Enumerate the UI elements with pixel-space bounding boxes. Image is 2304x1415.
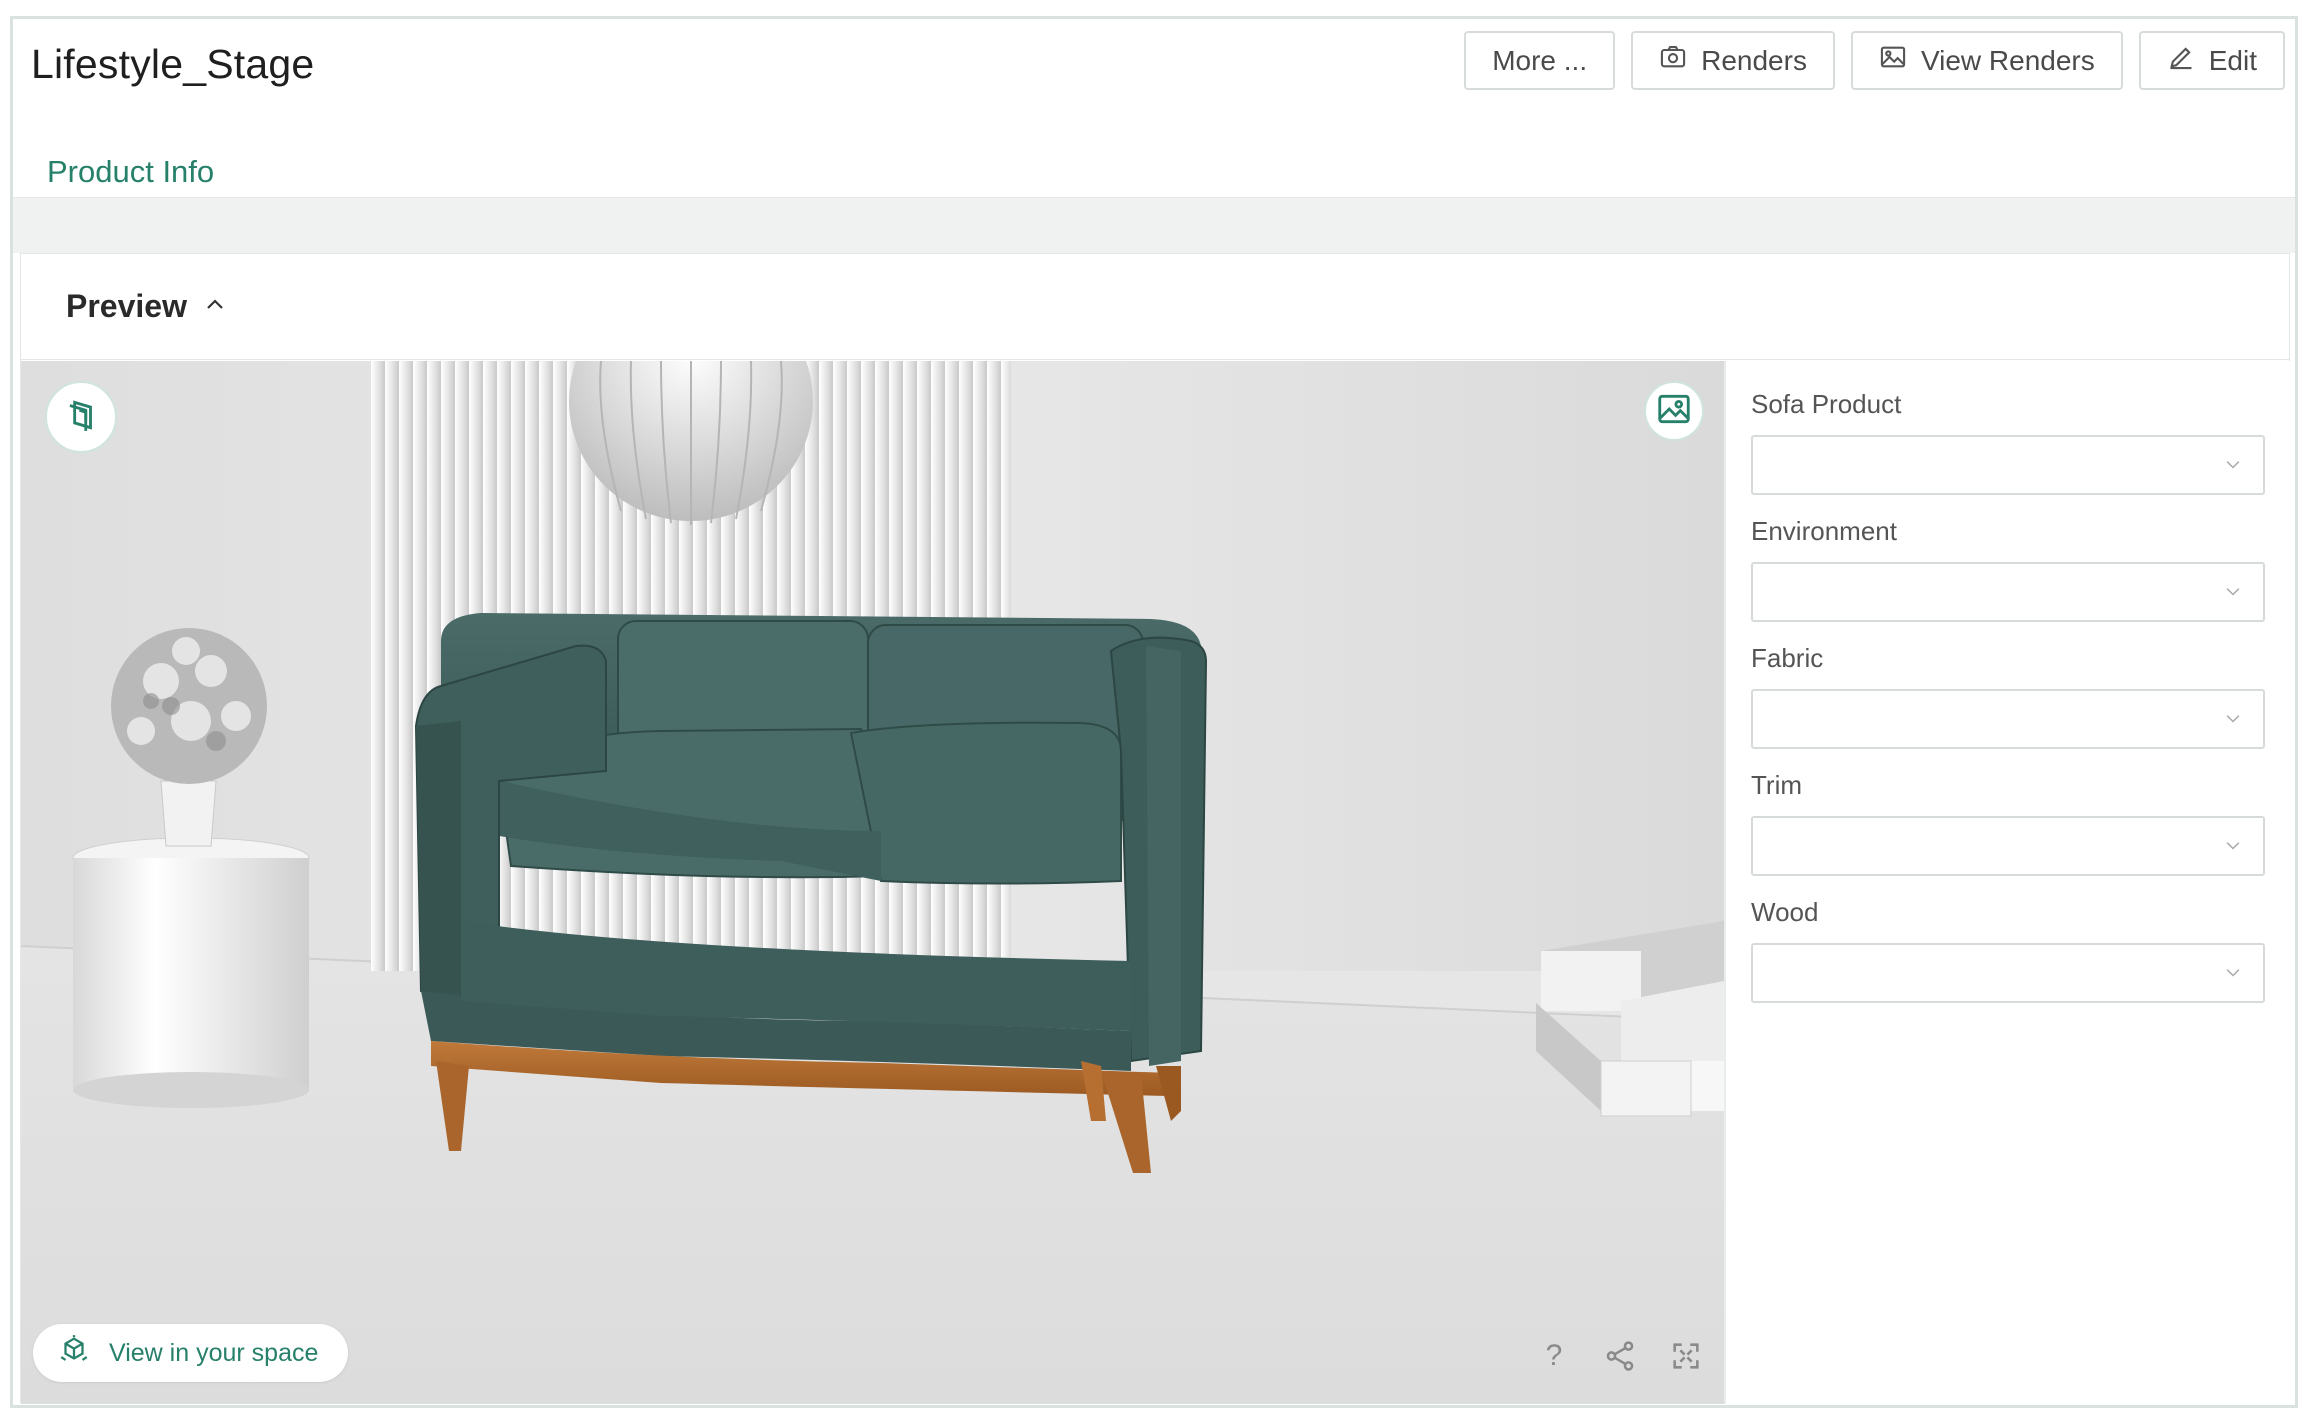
header-toolbar: More ... Renders View Renders Edit (1464, 31, 2285, 90)
sofa-product-select[interactable] (1751, 435, 2265, 495)
viewer-toolbar: ? (1536, 1338, 1704, 1374)
edit-button-label: Edit (2208, 44, 2257, 76)
page-title: Lifestyle_Stage (31, 41, 315, 87)
renders-button[interactable]: Renders (1631, 31, 1835, 90)
field-sofa-product: Sofa Product (1751, 389, 2265, 495)
renders-button-label: Renders (1701, 44, 1807, 76)
field-label: Environment (1751, 516, 1897, 546)
edit-button[interactable]: Edit (2138, 31, 2285, 90)
view-in-your-space-label: View in your space (109, 1338, 319, 1367)
environment-select[interactable] (1751, 562, 2265, 622)
field-label: Fabric (1751, 643, 1824, 673)
view-renders-button[interactable]: View Renders (1850, 31, 2123, 90)
wood-select[interactable] (1751, 943, 2265, 1003)
image-icon (1879, 43, 1907, 78)
field-label: Trim (1751, 770, 1803, 800)
3d-viewer[interactable]: View in your space ? (21, 361, 1724, 1404)
layers-icon (62, 396, 100, 439)
field-label: Wood (1751, 897, 1819, 927)
pencil-icon (2167, 43, 2195, 78)
chevron-down-icon (2226, 588, 2240, 596)
ar-layers-button[interactable] (45, 381, 117, 453)
sofa-scene-render (21, 361, 1724, 1404)
field-trim: Trim (1751, 770, 2265, 876)
trim-select[interactable] (1751, 816, 2265, 876)
chevron-down-icon (2226, 461, 2240, 469)
section-divider (13, 197, 2295, 253)
more-button-label: More ... (1492, 44, 1588, 76)
preview-header[interactable]: Preview (21, 254, 2289, 360)
configurator-panel: Sofa Product Environment Fabric Trim Woo… (1724, 361, 2290, 1404)
chevron-down-icon (2226, 842, 2240, 850)
more-button[interactable]: More ... (1464, 31, 1616, 90)
help-icon[interactable]: ? (1536, 1338, 1572, 1374)
field-environment: Environment (1751, 516, 2265, 622)
field-fabric: Fabric (1751, 643, 2265, 749)
fabric-select[interactable] (1751, 689, 2265, 749)
preview-panel: Preview View in your space ? Sofa Produc… (20, 253, 2290, 1404)
field-wood: Wood (1751, 897, 2265, 1003)
chevron-up-icon[interactable] (203, 292, 227, 321)
ar-cube-icon (57, 1333, 91, 1374)
share-icon[interactable] (1602, 1338, 1638, 1374)
render-image-button[interactable] (1644, 381, 1704, 441)
field-label: Sofa Product (1751, 389, 1902, 419)
view-in-your-space-button[interactable]: View in your space (33, 1324, 349, 1382)
camera-icon (1659, 43, 1687, 78)
preview-title: Preview (66, 288, 187, 324)
fullscreen-icon[interactable] (1668, 1338, 1704, 1374)
chevron-down-icon (2226, 715, 2240, 723)
app-frame: Lifestyle_Stage More ... Renders View Re… (10, 16, 2298, 1408)
image-icon (1655, 390, 1693, 433)
view-renders-button-label: View Renders (1920, 44, 2095, 76)
chevron-down-icon (2226, 969, 2240, 977)
